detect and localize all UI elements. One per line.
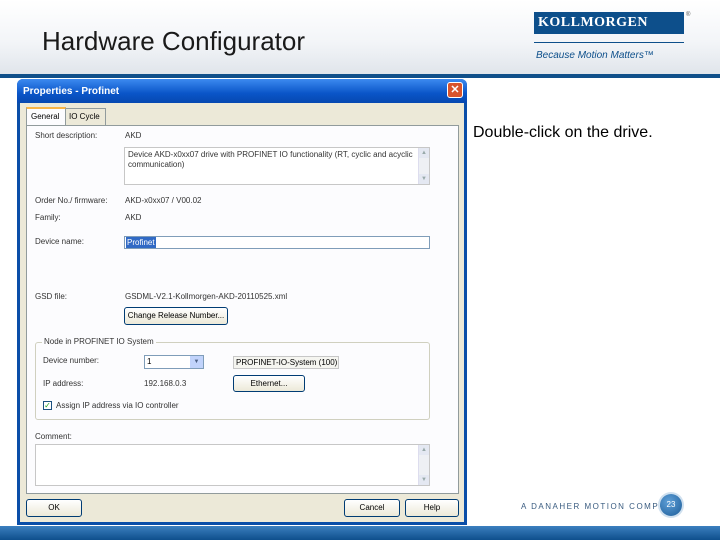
logo-rule xyxy=(534,42,684,43)
dialog-title-bar[interactable]: Properties - Profinet ✕ xyxy=(17,79,467,103)
chevron-down-icon[interactable]: ▼ xyxy=(190,356,203,368)
device-name-input[interactable]: Profinet xyxy=(124,236,430,249)
description-scrollbar[interactable]: ▲ ▼ xyxy=(418,148,429,184)
ethernet-button[interactable]: Ethernet... xyxy=(233,375,305,392)
order-value: AKD-x0xx07 / V00.02 xyxy=(125,196,202,205)
slide-title: Hardware Configurator xyxy=(42,26,306,56)
description-text: Device AKD-x0xx07 drive with PROFINET IO… xyxy=(128,150,413,169)
order-label: Order No./ firmware: xyxy=(35,196,108,205)
family-value: AKD xyxy=(125,213,142,222)
page-number-badge: 23 xyxy=(660,494,682,516)
change-release-number-button[interactable]: Change Release Number... xyxy=(124,307,228,325)
device-number-select[interactable]: 1 ▼ xyxy=(144,355,204,369)
short-description-label: Short description: xyxy=(35,131,98,140)
device-name-label: Device name: xyxy=(35,237,84,246)
cancel-button[interactable]: Cancel xyxy=(344,499,400,517)
gsd-file-value: GSDML-V2.1-Kollmorgen-AKD-20110525.xml xyxy=(125,292,288,301)
description-textarea[interactable]: Device AKD-x0xx07 drive with PROFINET IO… xyxy=(124,147,430,185)
short-description-value: AKD xyxy=(125,131,142,140)
instruction-caption: Double-click on the drive. xyxy=(473,124,653,141)
logo-trademark: ® xyxy=(686,12,691,18)
ip-address-label: IP address: xyxy=(43,379,84,388)
comment-scrollbar[interactable]: ▲ ▼ xyxy=(418,445,429,485)
scroll-up-icon[interactable]: ▲ xyxy=(419,445,429,455)
kollmorgen-logo: KOLLMORGEN xyxy=(534,12,684,34)
ip-address-value: 192.168.0.3 xyxy=(144,379,187,388)
tagline: Because Motion Matters™ xyxy=(536,50,654,61)
header-divider xyxy=(0,74,720,78)
device-name-value: Profinet xyxy=(126,237,156,248)
properties-dialog: Properties - Profinet ✕ IO Cycle General… xyxy=(17,79,467,525)
scroll-up-icon[interactable]: ▲ xyxy=(419,148,429,158)
family-label: Family: xyxy=(35,213,61,222)
ok-button[interactable]: OK xyxy=(26,499,82,517)
footer-bar xyxy=(0,526,720,540)
gsd-file-label: GSD file: xyxy=(35,292,68,301)
profinet-node-group: Node in PROFINET IO System Device number… xyxy=(35,337,430,420)
tab-io-cycle[interactable]: IO Cycle xyxy=(64,108,106,125)
assign-ip-label: Assign IP address via IO controller xyxy=(56,401,179,410)
device-number-value: 1 xyxy=(147,357,152,366)
footer-brand: A DANAHER MOTION COMPANY xyxy=(521,502,680,511)
comment-textarea[interactable]: ▲ ▼ xyxy=(35,444,430,486)
io-system-field: PROFINET-IO-System (100) xyxy=(233,356,339,369)
tab-general[interactable]: General xyxy=(26,107,66,126)
dialog-client-area: IO Cycle General Short description: AKD … xyxy=(20,103,464,522)
close-icon[interactable]: ✕ xyxy=(447,82,463,98)
io-system-value: PROFINET-IO-System (100) xyxy=(236,358,338,367)
scroll-down-icon[interactable]: ▼ xyxy=(419,475,429,485)
help-button[interactable]: Help xyxy=(405,499,459,517)
node-group-title: Node in PROFINET IO System xyxy=(42,337,156,346)
dialog-title: Properties - Profinet xyxy=(23,86,120,97)
general-tab-panel: Short description: AKD Device AKD-x0xx07… xyxy=(26,125,459,494)
comment-label: Comment: xyxy=(35,432,72,441)
scroll-down-icon[interactable]: ▼ xyxy=(419,174,429,184)
device-number-label: Device number: xyxy=(43,356,100,365)
assign-ip-checkbox[interactable]: ✓ xyxy=(43,401,52,410)
